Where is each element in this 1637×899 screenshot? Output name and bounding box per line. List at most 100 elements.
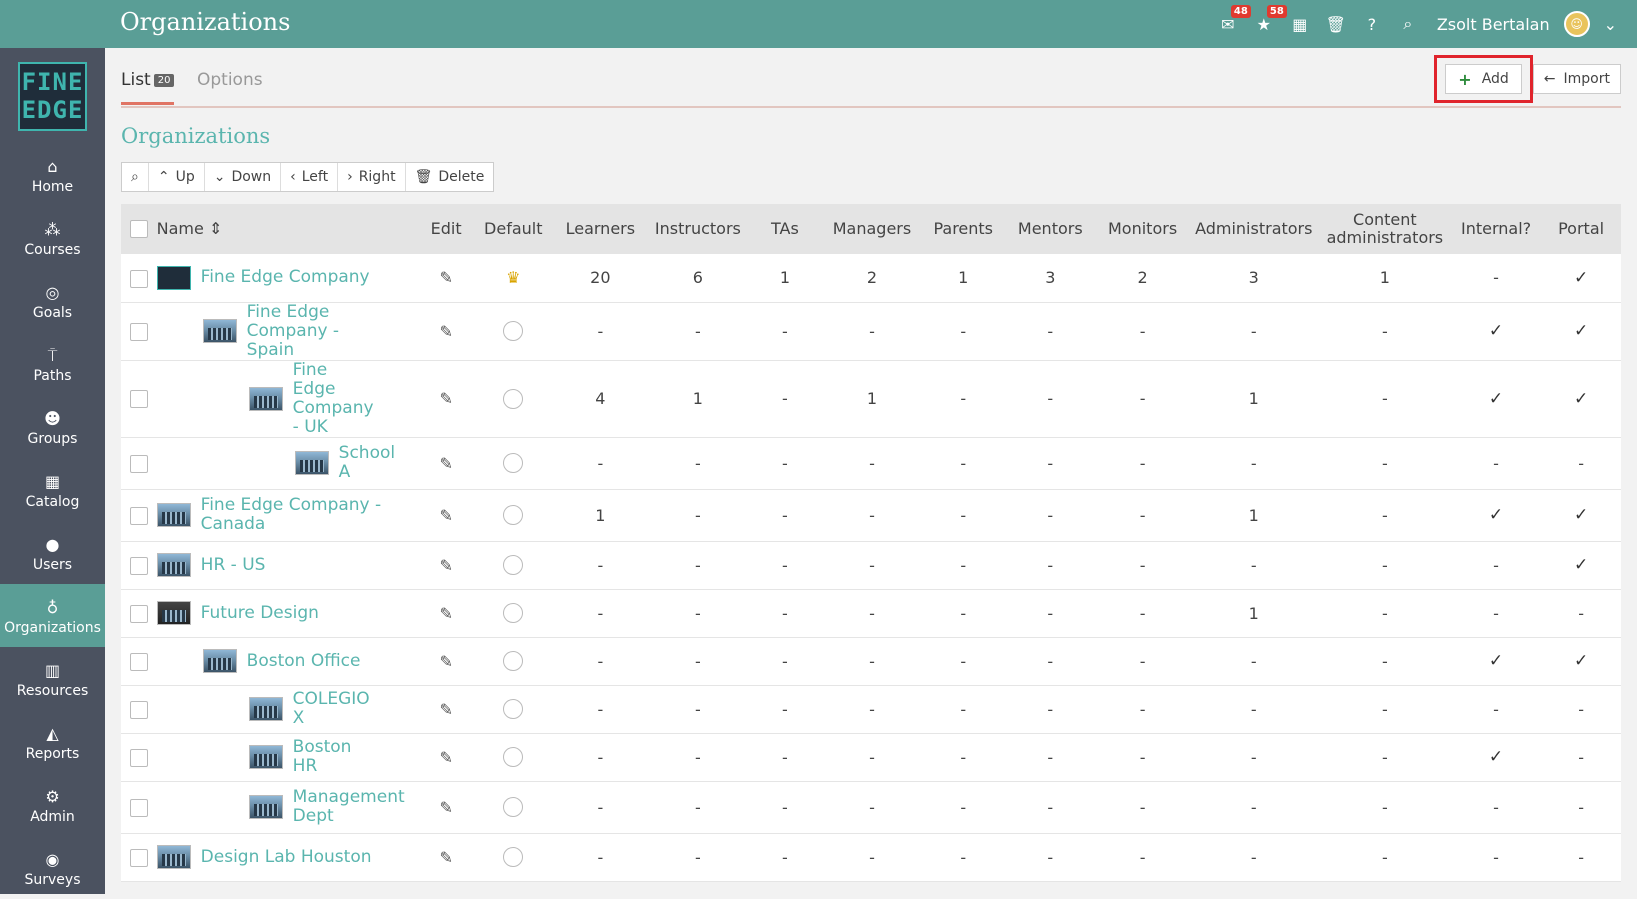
calendar-icon[interactable]: ▦ <box>1289 13 1311 35</box>
delete-button[interactable]: 🗑 Delete <box>406 163 494 191</box>
table-row[interactable]: Fine Edge Company - Spain ✎ - - - - - - - - - ✓ ✓ <box>121 302 1621 361</box>
sidebar-item-admin[interactable]: ⚙ Admin <box>0 773 105 836</box>
delete-label: Delete <box>438 169 485 185</box>
import-button[interactable]: ← Import <box>1532 64 1621 94</box>
pencil-icon[interactable]: ✎ <box>439 700 452 719</box>
tab-list[interactable]: List 20 <box>121 70 175 105</box>
row-checkbox[interactable] <box>129 454 148 473</box>
avatar[interactable]: ☺ <box>1563 11 1590 37</box>
pencil-icon[interactable]: ✎ <box>439 506 452 525</box>
trash-icon[interactable]: 🗑 <box>1325 13 1347 35</box>
default-radio[interactable] <box>503 388 524 409</box>
pencil-icon[interactable]: ✎ <box>439 454 452 473</box>
organization-name-link[interactable]: Fine Edge Company - UK <box>293 360 375 437</box>
organization-name-link[interactable]: Future Design <box>201 603 319 623</box>
organization-name-link[interactable]: Fine Edge Company <box>201 268 370 287</box>
sidebar-item-home[interactable]: ⌂ Home <box>0 143 105 206</box>
sidebar-item-catalog[interactable]: ▦ Catalog <box>0 458 105 521</box>
pencil-icon[interactable]: ✎ <box>439 748 452 767</box>
sidebar-item-courses[interactable]: ⁂ Courses <box>0 206 105 269</box>
row-checkbox[interactable] <box>129 848 148 867</box>
search-icon[interactable]: ⌕ <box>1397 13 1419 35</box>
row-checkbox[interactable] <box>129 556 148 575</box>
search-icon-glyph: ⌕ <box>1403 14 1413 33</box>
default-radio[interactable] <box>503 847 524 868</box>
pencil-icon[interactable]: ✎ <box>439 848 452 867</box>
table-row[interactable]: Fine Edge Company ✎ ♛ 20 6 1 2 1 3 2 3 1 - ✓ <box>121 254 1621 303</box>
learners-cell: - <box>553 781 648 834</box>
sidebar-item-resources[interactable]: ▥ Resources <box>0 647 105 710</box>
sidebar-item-surveys[interactable]: ◉ Surveys <box>0 836 105 899</box>
up-button[interactable]: ⌃ Up <box>149 163 205 191</box>
instructors-cell: - <box>647 781 749 834</box>
table-row[interactable]: School A ✎ - - - - - - - - - - - <box>121 437 1621 490</box>
select-all-checkbox[interactable] <box>129 220 148 239</box>
notifications-icon[interactable]: ★ 58 <box>1253 5 1287 35</box>
left-button[interactable]: ‹ Left <box>281 163 339 191</box>
default-radio[interactable] <box>503 699 524 720</box>
row-checkbox[interactable] <box>129 390 148 409</box>
pencil-icon[interactable]: ✎ <box>439 268 452 287</box>
search-button[interactable]: ⌕ <box>122 163 149 191</box>
add-button[interactable]: + Add <box>1445 64 1522 94</box>
pencil-icon[interactable]: ✎ <box>439 556 452 575</box>
table-row[interactable]: Future Design ✎ - - - - - - - 1 - - - <box>121 589 1621 638</box>
table-row[interactable]: Management Dept ✎ - - - - - - - - - - - <box>121 781 1621 834</box>
organization-name-link[interactable]: Boston HR <box>293 738 375 776</box>
default-radio[interactable] <box>503 603 524 624</box>
organization-name-link[interactable]: HR - US <box>201 555 266 575</box>
table-row[interactable]: COLEGIO X ✎ - - - - - - - - - - - <box>121 685 1621 734</box>
organization-name-link[interactable]: COLEGIO X <box>293 690 375 728</box>
default-radio[interactable] <box>503 453 524 474</box>
sidebar-item-groups[interactable]: ☻ Groups <box>0 395 105 458</box>
table-row[interactable]: Fine Edge Company - UK ✎ 4 1 - 1 - - - 1 - ✓ ✓ <box>121 360 1621 438</box>
pencil-icon[interactable]: ✎ <box>439 389 452 408</box>
organization-name-link[interactable]: Fine Edge Company - Canada <box>201 496 401 534</box>
organization-name-link[interactable]: School A <box>339 444 395 482</box>
mentors-cell: - <box>1004 489 1097 542</box>
table-row[interactable]: Fine Edge Company - Canada ✎ 1 - - - - - - 1 - ✓ ✓ <box>121 489 1621 542</box>
default-radio[interactable] <box>503 797 524 818</box>
row-checkbox[interactable] <box>129 322 148 341</box>
row-checkbox[interactable] <box>129 798 148 817</box>
pencil-icon[interactable]: ✎ <box>439 322 452 341</box>
pencil-icon[interactable]: ✎ <box>439 652 452 671</box>
default-radio[interactable] <box>503 555 524 576</box>
help-icon[interactable]: ? <box>1361 13 1383 35</box>
table-row[interactable]: Boston HR ✎ - - - - - - - - - ✓ - <box>121 733 1621 782</box>
organization-name-link[interactable]: Fine Edge Company - Spain <box>247 302 377 360</box>
organization-name-link[interactable]: Management Dept <box>293 788 405 826</box>
sidebar-item-organizations[interactable]: ♁ Organizations <box>0 584 105 647</box>
tab-options[interactable]: Options <box>197 70 263 90</box>
row-checkbox[interactable] <box>129 748 148 767</box>
table-row[interactable]: Boston Office ✎ - - - - - - - - - ✓ ✓ <box>121 637 1621 686</box>
default-radio[interactable] <box>503 321 524 342</box>
sidebar-item-paths[interactable]: ⍑ Paths <box>0 332 105 395</box>
default-radio[interactable] <box>503 747 524 768</box>
sidebar-item-users[interactable]: ● Users <box>0 521 105 584</box>
table-row[interactable]: Design Lab Houston ✎ - - - - - - - - - - - <box>121 833 1621 882</box>
row-checkbox[interactable] <box>129 700 148 719</box>
row-checkbox[interactable] <box>129 506 148 525</box>
down-button[interactable]: ⌄ Down <box>205 163 282 191</box>
organization-name-link[interactable]: Boston Office <box>247 651 361 671</box>
default-radio[interactable] <box>503 651 524 672</box>
messages-icon[interactable]: ✉ 48 <box>1217 5 1251 35</box>
right-button[interactable]: › Right <box>338 163 406 191</box>
default-radio[interactable] <box>503 505 524 526</box>
fine-edge-logo[interactable]: FINE EDGE <box>18 62 87 131</box>
pencil-icon[interactable]: ✎ <box>439 798 452 817</box>
organization-name-link[interactable]: Design Lab Houston <box>201 847 372 867</box>
header-select-all[interactable] <box>121 204 157 254</box>
sort-icon[interactable]: ⇕ <box>209 219 222 238</box>
row-checkbox[interactable] <box>129 269 148 288</box>
chevron-down-icon[interactable]: ⌄ <box>1604 15 1617 34</box>
row-checkbox[interactable] <box>129 604 148 623</box>
sidebar-item-reports[interactable]: ◭ Reports <box>0 710 105 773</box>
table-row[interactable]: HR - US ✎ - - - - - - - - - - ✓ <box>121 541 1621 590</box>
pencil-icon[interactable]: ✎ <box>439 604 452 623</box>
header-name[interactable]: Name ⇕ <box>157 204 419 254</box>
user-name[interactable]: Zsolt Bertalan <box>1437 15 1550 34</box>
sidebar-item-goals[interactable]: ◎ Goals <box>0 269 105 332</box>
row-checkbox[interactable] <box>129 652 148 671</box>
